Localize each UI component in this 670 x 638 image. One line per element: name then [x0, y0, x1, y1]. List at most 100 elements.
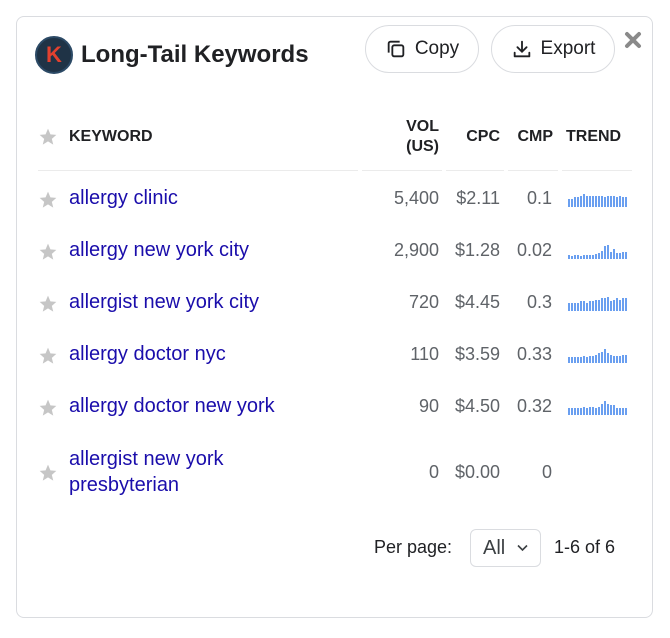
- trend-bar: [601, 251, 603, 259]
- select-all-star-icon[interactable]: [38, 127, 58, 147]
- trend-bar: [580, 256, 582, 259]
- trend-bar: [601, 404, 603, 415]
- trend-bar: [601, 298, 603, 311]
- trend-bar: [622, 197, 624, 207]
- trend-bar: [577, 197, 579, 207]
- per-page-select[interactable]: All: [470, 529, 541, 567]
- trend-bar: [580, 357, 582, 363]
- trend-bar: [592, 301, 594, 311]
- header-divider: [362, 170, 442, 171]
- trend-bar: [595, 300, 597, 311]
- trend-bar: [574, 408, 576, 415]
- trend-bar: [589, 356, 591, 363]
- column-header-volume[interactable]: VOL (US): [395, 117, 439, 157]
- close-button[interactable]: [624, 31, 642, 49]
- cmp-cell: 0.3: [526, 292, 552, 312]
- favorite-star-icon[interactable]: [38, 463, 58, 483]
- trend-bar: [592, 196, 594, 207]
- trend-bar: [607, 196, 609, 207]
- trend-bar: [571, 256, 573, 259]
- trend-bar: [586, 408, 588, 415]
- export-button-label: Export: [540, 38, 596, 59]
- trend-bar: [577, 408, 579, 415]
- copy-button-label: Copy: [414, 38, 460, 59]
- copy-icon: [387, 40, 405, 58]
- column-header-cmp[interactable]: CMP: [510, 128, 553, 146]
- trend-bar: [616, 408, 618, 415]
- trend-bar: [574, 357, 576, 363]
- cpc-cell: $2.11: [456, 188, 500, 208]
- keywords-everywhere-logo: K: [35, 36, 73, 74]
- trend-bar: [595, 196, 597, 207]
- trend-bar: [601, 352, 603, 363]
- keyword-link[interactable]: allergist new york city: [69, 289, 309, 315]
- favorite-star-icon[interactable]: [38, 294, 58, 314]
- trend-bar: [619, 253, 621, 259]
- favorite-star-icon[interactable]: [38, 346, 58, 366]
- trend-bar: [583, 407, 585, 415]
- trend-bar: [577, 255, 579, 259]
- trend-bar: [622, 355, 624, 363]
- trend-bar: [607, 297, 609, 311]
- favorite-star-icon[interactable]: [38, 190, 58, 210]
- cmp-cell: 0.32: [516, 396, 552, 416]
- trend-bar: [610, 301, 612, 311]
- trend-bar: [595, 254, 597, 259]
- trend-bar: [580, 196, 582, 207]
- trend-bar: [616, 298, 618, 311]
- trend-bar: [604, 349, 606, 363]
- trend-bar: [622, 252, 624, 259]
- widget-title: Long-Tail Keywords: [81, 41, 309, 68]
- cpc-cell: $1.28: [454, 240, 500, 260]
- trend-bar: [571, 199, 573, 207]
- trend-bar: [592, 356, 594, 363]
- keyword-link[interactable]: allergy new york city: [69, 237, 309, 263]
- copy-button[interactable]: Copy: [365, 25, 479, 73]
- trend-bar: [577, 303, 579, 311]
- volume-cell: 90: [418, 396, 439, 416]
- trend-bar: [613, 356, 615, 363]
- cpc-cell: $4.45: [454, 292, 500, 312]
- column-header-cpc[interactable]: CPC: [455, 128, 500, 146]
- trend-bar: [613, 196, 615, 207]
- trend-bar: [592, 407, 594, 415]
- trend-bar: [568, 357, 570, 363]
- trend-bar: [586, 303, 588, 311]
- cpc-cell: $3.59: [454, 344, 500, 364]
- trend-bar: [568, 408, 570, 415]
- volume-cell: 0: [428, 462, 439, 482]
- cmp-cell: 0.1: [526, 188, 552, 208]
- trend-bar: [589, 407, 591, 415]
- trend-bar: [613, 300, 615, 311]
- export-button[interactable]: Export: [491, 25, 615, 73]
- trend-bar: [598, 407, 600, 415]
- trend-bar: [607, 404, 609, 415]
- column-header-keyword[interactable]: KEYWORD: [69, 128, 153, 146]
- trend-bar: [598, 196, 600, 207]
- favorite-star-icon[interactable]: [38, 242, 58, 262]
- trend-bar: [613, 249, 615, 259]
- trend-bar: [622, 298, 624, 311]
- trend-bar: [580, 408, 582, 415]
- trend-sparkline: [568, 401, 627, 415]
- volume-cell: 110: [410, 344, 439, 364]
- trend-bar: [586, 196, 588, 207]
- trend-sparkline: [568, 297, 627, 311]
- trend-bar: [625, 355, 627, 363]
- close-icon: [625, 32, 641, 48]
- trend-sparkline: [568, 245, 627, 259]
- trend-bar: [571, 357, 573, 363]
- trend-bar: [604, 298, 606, 311]
- trend-bar: [619, 196, 621, 207]
- keyword-link[interactable]: allergist new york presbyterian: [69, 446, 269, 498]
- keyword-link[interactable]: allergy doctor new york: [69, 393, 309, 419]
- trend-bar: [580, 301, 582, 311]
- keyword-link[interactable]: allergy doctor nyc: [69, 341, 309, 367]
- keyword-link[interactable]: allergy clinic: [69, 185, 309, 211]
- trend-bar: [607, 245, 609, 259]
- trend-bar: [610, 405, 612, 415]
- trend-bar: [610, 355, 612, 363]
- favorite-star-icon[interactable]: [38, 398, 58, 418]
- header-divider: [508, 170, 558, 171]
- chevron-down-icon: [517, 544, 528, 552]
